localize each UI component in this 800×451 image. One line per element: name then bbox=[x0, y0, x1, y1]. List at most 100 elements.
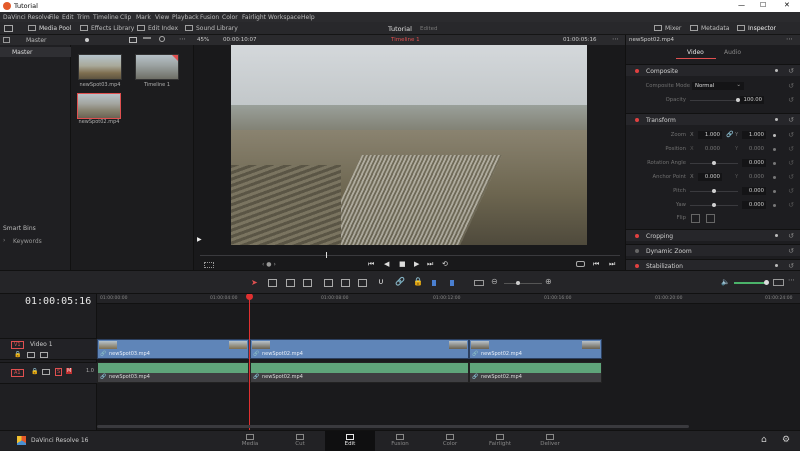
opacity-slider[interactable] bbox=[690, 98, 740, 102]
zoom-in-icon[interactable]: ⊕ bbox=[545, 277, 552, 286]
dim-button[interactable] bbox=[773, 279, 784, 286]
replace-clip-icon[interactable] bbox=[358, 279, 367, 287]
page-tab-media[interactable]: Media bbox=[225, 431, 275, 451]
menu-view[interactable]: View bbox=[155, 14, 169, 21]
rotation-value[interactable]: 0.000 bbox=[742, 159, 766, 167]
menu-workspace[interactable]: Workspace bbox=[268, 14, 301, 21]
reset-icon[interactable]: ↺ bbox=[788, 96, 794, 104]
reset-icon[interactable]: ↺ bbox=[788, 116, 794, 124]
mixer-button[interactable]: Mixer bbox=[654, 25, 681, 32]
volume-slider[interactable] bbox=[734, 280, 769, 285]
menu-color[interactable]: Color bbox=[222, 14, 238, 21]
inspector-button[interactable]: Inspector bbox=[737, 25, 776, 32]
reverse-play-icon[interactable]: ◀ bbox=[384, 260, 389, 268]
viewer-scrub-handle[interactable] bbox=[326, 252, 327, 258]
timeline-audio-clip[interactable]: 🔗 newSpot02.mp4 bbox=[469, 362, 602, 383]
link-icon[interactable]: 🔗 bbox=[726, 131, 733, 138]
bin-master[interactable]: Master bbox=[0, 47, 71, 57]
position-x-value[interactable]: 0.000 bbox=[698, 145, 722, 153]
timeline-zoom-slider[interactable] bbox=[504, 281, 542, 285]
opacity-value[interactable]: 100.00 bbox=[740, 96, 764, 104]
reset-icon[interactable]: ↺ bbox=[788, 201, 794, 209]
keyframe-dot-icon[interactable] bbox=[775, 234, 778, 237]
menu-playback[interactable]: Playback bbox=[172, 14, 199, 21]
enable-toggle-icon[interactable] bbox=[635, 234, 639, 238]
auto-select-icon[interactable] bbox=[27, 352, 35, 358]
reset-icon[interactable]: ↺ bbox=[788, 247, 794, 255]
timeline-video-clip[interactable]: 🔗 newSpot02.mp4 bbox=[469, 339, 602, 359]
keyframe-dot-icon[interactable] bbox=[773, 190, 776, 193]
speaker-icon[interactable]: 🔈 bbox=[721, 278, 730, 286]
lock-icon[interactable]: 🔒 bbox=[31, 368, 38, 375]
timeline-audio-clip[interactable]: 🔗 newSpot03.mp4 bbox=[97, 362, 249, 383]
enable-toggle-icon[interactable] bbox=[635, 264, 639, 268]
enable-toggle-icon[interactable] bbox=[635, 249, 639, 253]
menu-file[interactable]: File bbox=[49, 14, 59, 21]
more-options-icon[interactable]: ⋯ bbox=[179, 35, 186, 43]
keyframe-dot-icon[interactable] bbox=[773, 162, 776, 165]
zoom-x-value[interactable]: 1.000 bbox=[698, 131, 722, 139]
mute-button[interactable]: M bbox=[66, 368, 73, 374]
thumbnail-view-icon[interactable] bbox=[129, 37, 137, 43]
section-dynamic-zoom[interactable]: Dynamic Zoom ↺ bbox=[626, 244, 800, 256]
jump-to-start-icon[interactable]: ⏮ bbox=[368, 260, 374, 269]
reset-icon[interactable]: ↺ bbox=[788, 82, 794, 90]
pitch-slider-knob[interactable] bbox=[712, 189, 716, 193]
keyframe-dot-icon[interactable] bbox=[775, 69, 778, 72]
zoom-out-icon[interactable]: ⊖ bbox=[491, 277, 498, 286]
keyframe-dot-icon[interactable] bbox=[773, 204, 776, 207]
section-transform[interactable]: Transform ↺ bbox=[626, 113, 800, 125]
zoom-y-value[interactable]: 1.000 bbox=[742, 131, 766, 139]
timeline-audio-clip[interactable]: 🔗 newSpot02.mp4 bbox=[250, 362, 469, 383]
composite-mode-dropdown[interactable]: Normal ⌄ bbox=[692, 82, 744, 90]
menu-trim[interactable]: Trim bbox=[77, 14, 90, 21]
close-button[interactable]: ✕ bbox=[784, 1, 790, 9]
pool-clip-thumbnail-selected[interactable] bbox=[77, 93, 121, 119]
bin-list-toggle-icon[interactable] bbox=[3, 37, 10, 43]
overwrite-clip-icon[interactable] bbox=[341, 279, 350, 287]
timeline-area[interactable]: 01:00:00:00 01:00:04:00 01:00:08:00 01:0… bbox=[97, 294, 800, 430]
menu-help[interactable]: Help bbox=[301, 14, 315, 21]
pitch-value[interactable]: 0.000 bbox=[742, 187, 766, 195]
transform-overlay-icon[interactable] bbox=[204, 262, 214, 268]
lock-icon[interactable]: 🔒 bbox=[14, 351, 21, 358]
video-track-id[interactable]: V1 bbox=[11, 341, 24, 349]
inspector-options-icon[interactable]: ⋯ bbox=[786, 35, 793, 43]
jog-control-icon[interactable]: ‹ ● › bbox=[262, 261, 276, 268]
dynamic-trim-icon[interactable] bbox=[286, 279, 295, 287]
list-view-icon[interactable] bbox=[143, 37, 151, 43]
tab-audio[interactable]: Audio bbox=[716, 46, 756, 59]
page-tab-color[interactable]: Color bbox=[425, 431, 475, 451]
yaw-slider-knob[interactable] bbox=[712, 203, 716, 207]
metadata-button[interactable]: Metadata bbox=[690, 25, 729, 32]
stop-icon[interactable]: ■ bbox=[399, 260, 406, 268]
timeline-video-clip[interactable]: 🔗 newSpot03.mp4 bbox=[97, 339, 249, 359]
sound-library-button[interactable]: Sound Library bbox=[185, 25, 238, 32]
disable-video-icon[interactable] bbox=[40, 352, 48, 358]
menu-clip[interactable]: Clip bbox=[120, 14, 131, 21]
edit-index-button[interactable]: Edit Index bbox=[137, 25, 178, 32]
timeline-name-dropdown[interactable]: Timeline 1 bbox=[391, 37, 420, 43]
section-composite[interactable]: Composite ↺ bbox=[626, 64, 800, 76]
home-icon[interactable]: ⌂ bbox=[761, 435, 767, 445]
solo-button[interactable]: S bbox=[55, 368, 63, 376]
timeline-options-icon[interactable]: ⋯ bbox=[788, 276, 795, 284]
reset-icon[interactable]: ↺ bbox=[788, 232, 794, 240]
flag-icon[interactable] bbox=[432, 280, 436, 286]
snapping-icon[interactable]: ∪ bbox=[378, 277, 384, 286]
smart-bin-keywords[interactable]: › Keywords bbox=[3, 237, 71, 246]
mark-in-icon[interactable]: ⏮ bbox=[593, 260, 599, 269]
menu-edit[interactable]: Edit bbox=[62, 14, 74, 21]
effects-library-button[interactable]: Effects Library bbox=[80, 25, 134, 32]
menu-fairlight[interactable]: Fairlight bbox=[242, 14, 266, 21]
settings-gear-icon[interactable]: ⚙ bbox=[782, 435, 790, 445]
menu-mark[interactable]: Mark bbox=[136, 14, 151, 21]
page-tab-cut[interactable]: Cut bbox=[275, 431, 325, 451]
page-tab-fusion[interactable]: Fusion bbox=[375, 431, 425, 451]
media-pool-button[interactable]: Media Pool bbox=[28, 25, 71, 32]
reset-icon[interactable]: ↺ bbox=[788, 187, 794, 195]
audio-track-id[interactable]: A1 bbox=[11, 369, 24, 377]
keyframe-dot-icon[interactable] bbox=[775, 264, 778, 267]
play-icon[interactable]: ▶ bbox=[414, 260, 419, 268]
page-tab-edit[interactable]: Edit bbox=[325, 431, 375, 451]
